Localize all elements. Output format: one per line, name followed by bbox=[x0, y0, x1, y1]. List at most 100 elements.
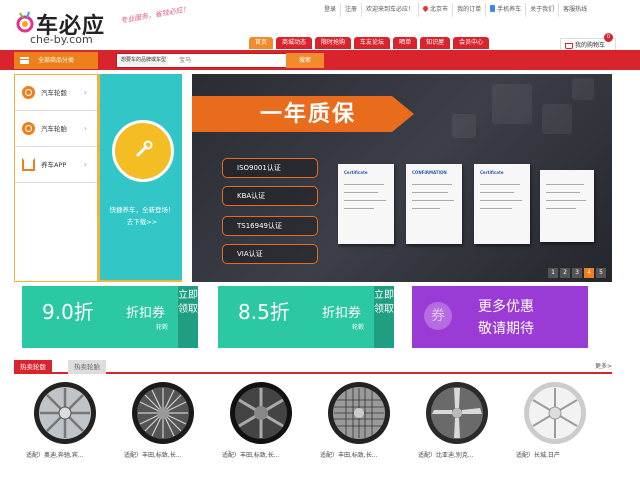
wheel-image bbox=[524, 382, 586, 444]
coupon-claim-button[interactable]: 立即领取 bbox=[178, 286, 198, 348]
nav-tab-reviews[interactable]: 晒单 bbox=[393, 37, 418, 49]
nav-tab-news[interactable]: 商城动态 bbox=[276, 37, 313, 49]
search-box: 想要车的品牌或车型 搜索 bbox=[116, 53, 324, 68]
promo-download-link[interactable]: 去下载>> bbox=[100, 216, 184, 226]
product-card[interactable]: 适配）奥迪,奔驰,宾... bbox=[18, 378, 106, 462]
product-card[interactable]: 适配）长城,日产 bbox=[508, 378, 596, 462]
phone-icon bbox=[490, 5, 496, 12]
search-prefix-tag[interactable]: 想要车的品牌或车型 bbox=[119, 56, 169, 65]
product-caption: 适配）丰田,标致,长... bbox=[320, 452, 378, 459]
sidebar-item-label: 养车APP bbox=[41, 161, 67, 169]
wrench-icon bbox=[136, 140, 153, 157]
product-caption: 适配）丰田,标致,长... bbox=[222, 452, 280, 459]
product-card[interactable]: 适配）丰田,标致,长... bbox=[312, 378, 400, 462]
coupon-label: 折扣券 bbox=[126, 306, 166, 321]
certificate-doc bbox=[540, 170, 594, 242]
all-categories-label: 全部商品分类 bbox=[38, 57, 75, 64]
slogan: 专业服务，省钱必应！ bbox=[119, 4, 191, 26]
cert-kba: KBA认证 bbox=[222, 186, 318, 206]
coupon-claim-button[interactable]: 立即领取 bbox=[374, 286, 394, 348]
nav-tab-member[interactable]: 会员中心 bbox=[453, 37, 490, 49]
category-sidebar: 汽车轮毂 › 汽车轮胎 › 养车APP › bbox=[14, 74, 98, 282]
all-categories-button[interactable]: 全部商品分类 bbox=[14, 52, 98, 69]
coupon-label: 折扣券 bbox=[322, 306, 362, 321]
product-caption: 适配）长城,日产 bbox=[516, 452, 560, 459]
hero-banner[interactable]: 一年质保 ISO9001认证 KBA认证 TS16949认证 VIA认证 Cer… bbox=[192, 74, 612, 282]
tab-hot-tires[interactable]: 热卖轮胎 bbox=[68, 360, 106, 374]
nav-tab-knowledge[interactable]: 知识屋 bbox=[420, 37, 451, 49]
city-selector[interactable]: 北京市 bbox=[418, 3, 452, 17]
nav-tab-forum[interactable]: 车友论坛 bbox=[354, 37, 391, 49]
logo-domain: che-by.com bbox=[30, 33, 93, 46]
mobile-label: 手机养车 bbox=[497, 6, 522, 13]
slide-dot-5[interactable]: 5 bbox=[596, 268, 606, 278]
promo-headline: 快捷养车，全新登场！ bbox=[109, 206, 175, 214]
wheel-image bbox=[230, 382, 292, 444]
coupon-ticket-icon: 券 bbox=[424, 302, 452, 330]
top-utility-bar: 登录 注册 欢迎来到车必应！ 北京市 我的订单 手机养车 关于我们 客服热线 bbox=[320, 3, 591, 17]
wheel-image bbox=[132, 382, 194, 444]
slide-dot-3[interactable]: 3 bbox=[572, 268, 582, 278]
promo-badge bbox=[112, 120, 174, 182]
about-link[interactable]: 关于我们 bbox=[525, 3, 558, 17]
sidebar-item-wheels[interactable]: 汽车轮毂 › bbox=[15, 75, 97, 111]
coupon-sub: 轮毂 bbox=[156, 324, 169, 331]
sidebar-item-label: 汽车轮胎 bbox=[41, 125, 67, 133]
wheel-image bbox=[328, 382, 390, 444]
app-promo-panel[interactable]: 快捷养车，全新登场！ 去下载>> bbox=[98, 74, 182, 282]
coupon-90[interactable]: 9.0折 折扣券 轮毂 立即领取 bbox=[22, 286, 198, 348]
location-pin-icon bbox=[422, 4, 430, 13]
product-caption: 适配）丰田,标致,长... bbox=[124, 452, 182, 459]
hotline-link[interactable]: 客服热线 bbox=[558, 3, 591, 17]
house-icon bbox=[22, 158, 35, 171]
coupon-more-line1: 更多优惠 bbox=[478, 299, 534, 315]
search-button[interactable]: 搜索 bbox=[286, 53, 324, 68]
cert-iso9001: ISO9001认证 bbox=[222, 158, 318, 178]
register-link[interactable]: 注册 bbox=[340, 3, 361, 17]
cart-icon bbox=[565, 43, 573, 49]
cert-ts16949: TS16949认证 bbox=[222, 216, 318, 236]
nav-tab-home[interactable]: 首页 bbox=[249, 37, 274, 49]
main-nav: 首页 商城动态 限时抢购 车友论坛 晒单 知识屋 会员中心 bbox=[246, 37, 490, 49]
wheel-image bbox=[426, 382, 488, 444]
chevron-right-icon: › bbox=[83, 88, 87, 97]
coupon-85[interactable]: 8.5折 折扣券 轮毂 立即领取 bbox=[218, 286, 394, 348]
sidebar-item-app[interactable]: 养车APP › bbox=[15, 147, 97, 183]
certificate-doc: CONFIRMATION bbox=[406, 164, 462, 244]
chevron-right-icon: › bbox=[83, 160, 87, 169]
mobile-app-link[interactable]: 手机养车 bbox=[485, 3, 525, 17]
more-link[interactable]: 更多> bbox=[595, 360, 612, 374]
wheel-image bbox=[34, 382, 96, 444]
certificate-doc: Certificate bbox=[474, 164, 530, 244]
banner-title: 一年质保 bbox=[192, 96, 414, 132]
coupon-sub: 轮毂 bbox=[352, 324, 365, 331]
login-link[interactable]: 登录 bbox=[320, 3, 340, 17]
product-card[interactable]: 适配）比亚迪,别克... bbox=[410, 378, 498, 462]
slide-indicator: 1 2 3 4 5 bbox=[546, 268, 606, 278]
tab-hot-wheels[interactable]: 热卖轮毂 bbox=[14, 360, 52, 374]
coupon-more-line2: 敬请期待 bbox=[478, 321, 534, 337]
city-label: 北京市 bbox=[430, 6, 449, 13]
sidebar-item-tires[interactable]: 汽车轮胎 › bbox=[15, 111, 97, 147]
nav-tab-flash-sale[interactable]: 限时抢购 bbox=[315, 37, 352, 49]
hot-products-bar: 热卖轮毂 热卖轮胎 更多> bbox=[14, 360, 612, 374]
slide-dot-4[interactable]: 4 bbox=[584, 268, 594, 278]
slide-dot-2[interactable]: 2 bbox=[560, 268, 570, 278]
sidebar-item-label: 汽车轮毂 bbox=[41, 89, 67, 97]
cert-via: VIA认证 bbox=[222, 244, 318, 264]
cart-label: 我的购物车 bbox=[575, 42, 606, 49]
tire-icon bbox=[22, 122, 35, 135]
coupon-discount: 8.5折 bbox=[238, 300, 290, 324]
slide-dot-1[interactable]: 1 bbox=[548, 268, 558, 278]
coupon-more: 券 更多优惠 敬请期待 bbox=[412, 286, 588, 348]
menu-icon bbox=[20, 57, 29, 64]
my-orders-link[interactable]: 我的订单 bbox=[452, 3, 485, 17]
logo-flower-icon bbox=[16, 11, 34, 33]
product-caption: 适配）比亚迪,别克... bbox=[418, 452, 474, 459]
chevron-right-icon: › bbox=[83, 124, 87, 133]
product-card[interactable]: 适配）丰田,标致,长... bbox=[214, 378, 302, 462]
site-logo[interactable]: 车必应 che-by.com bbox=[14, 6, 114, 46]
wheel-icon bbox=[22, 86, 35, 99]
product-card[interactable]: 适配）丰田,标致,长... bbox=[116, 378, 204, 462]
certificate-doc: Certificate bbox=[338, 164, 394, 244]
